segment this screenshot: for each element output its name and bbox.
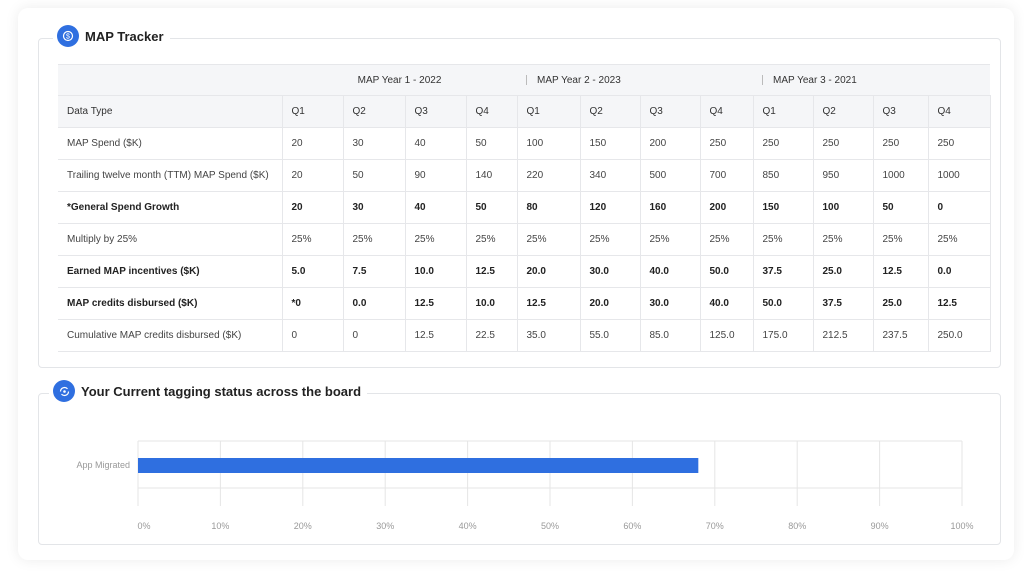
x-tick-label: 90% bbox=[871, 521, 889, 531]
x-tick-label: 70% bbox=[706, 521, 724, 531]
x-tick-label: 20% bbox=[294, 521, 312, 531]
x-tick-label: 0% bbox=[137, 521, 150, 531]
x-tick-label: 40% bbox=[459, 521, 477, 531]
x-tick-label: 60% bbox=[623, 521, 641, 531]
tagging-bar-chart: 0% 10% 20% 30% 40% 50% 60% 70% 80% 90% 100% App Mig… bbox=[76, 440, 974, 531]
x-tick-label: 50% bbox=[541, 521, 559, 531]
bar-app-migrated bbox=[138, 458, 699, 473]
y-category-label: App Migrated bbox=[76, 460, 130, 470]
x-tick-label: 10% bbox=[211, 521, 229, 531]
x-tick-label: 30% bbox=[376, 521, 394, 531]
x-tick-label: 100% bbox=[950, 521, 973, 531]
x-tick-label: 80% bbox=[788, 521, 806, 531]
